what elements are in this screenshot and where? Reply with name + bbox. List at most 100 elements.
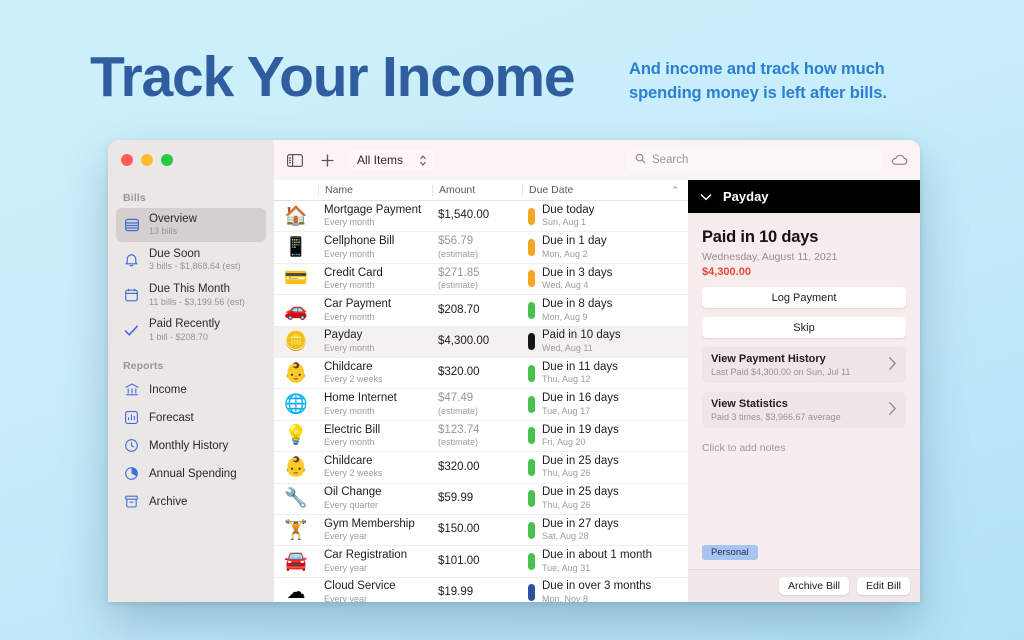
due-main: Due today [542,203,595,216]
minimize-button[interactable] [141,154,153,166]
subtitle-line-2: spending money is left after bills. [629,83,887,102]
bill-amount-cell: $101.00 [432,555,522,569]
detail-title: Payday [723,189,769,204]
due-text: Due in 25 days Thu, Aug 26 [542,486,619,511]
due-sub: Tue, Aug 17 [542,405,591,416]
status-badge[interactable]: Personal [702,545,758,560]
sidebar-item-forecast[interactable]: Forecast [116,404,266,431]
sidebar-item-annual-spending[interactable]: Annual Spending [116,460,266,487]
sidebar-item-due-this-month[interactable]: Due This Month 11 bills - $3,199.56 (est… [116,278,266,312]
tag-row: Personal [688,542,920,569]
column-header-name[interactable]: Name [318,184,432,196]
maximize-button[interactable] [161,154,173,166]
view-payment-history-card[interactable]: View Payment History Last Paid $4,300.00… [702,347,906,383]
bill-due-cell: Due in 1 day Mon, Aug 2 [522,235,682,260]
table-row[interactable]: 🔧 Oil Change Every quarter $59.99 Due in 25 … [274,484,688,515]
sidebar-item-label: Paid Recently [149,318,220,331]
table-row[interactable]: 👶 Childcare Every 2 weeks $320.00 Due in 25 … [274,452,688,484]
notes-field[interactable]: Click to add notes [702,442,906,454]
bill-due-cell: Due in 25 days Thu, Aug 26 [522,486,682,511]
due-sub: Fri, Aug 20 [542,437,586,448]
card-title: View Statistics [711,398,788,410]
sidebar-item-label: Due This Month [149,283,230,296]
due-status-pill [528,490,535,508]
page-title: Track Your Income [90,45,576,109]
bill-name-cell: Car Registration Every year [318,549,432,574]
bill-frequency: Every month [324,248,375,259]
bill-amount: $19.99 [438,586,474,599]
log-payment-button[interactable]: Log Payment [702,287,906,308]
bill-amount: $123.74 [438,423,480,436]
list-column-headers: Name Amount Due Date ⌃ [274,180,688,201]
sidebar-item-label: Due Soon [149,248,201,261]
table-row[interactable]: ☁ Cloud Service Every year $19.99 Due in ove… [274,578,688,602]
sidebar-item-monthly-history[interactable]: Monthly History [116,432,266,459]
due-main: Due in 25 days [542,454,619,467]
toolbar: All Items Search [274,140,920,180]
table-row[interactable]: 🚗 Car Payment Every month $208.70 Due in 8 d… [274,295,688,327]
search-icon [635,153,646,167]
card-text: View Payment History Last Paid $4,300.00… [711,353,883,377]
detail-amount: $4,300.00 [702,266,751,278]
bill-icon: 🌐 [284,394,308,416]
column-header-due-date[interactable]: Due Date ⌃ [522,184,682,196]
bill-name-cell: Mortgage Payment Every month [318,204,432,229]
filter-dropdown[interactable]: All Items [348,150,435,170]
search-input[interactable]: Search [627,149,882,171]
page-subtitle: And income and track how much spending m… [629,58,887,106]
edit-bill-button[interactable]: Edit Bill [856,577,910,595]
sidebar-icon[interactable] [284,149,306,171]
bill-name-cell: Childcare Every 2 weeks [318,455,432,480]
bill-amount-note: (estimate) [438,405,479,416]
chevron-down-icon[interactable] [700,189,712,204]
due-text: Due in 25 days Thu, Aug 26 [542,455,619,480]
close-button[interactable] [121,154,133,166]
sidebar-item-archive[interactable]: Archive [116,488,266,515]
table-row[interactable]: 📱 Cellphone Bill Every month $56.79 (estimat… [274,232,688,264]
calendar-icon [123,287,140,304]
due-main: Due in 1 day [542,235,607,248]
sidebar-item-label: Monthly History [149,439,229,452]
table-row[interactable]: 💡 Electric Bill Every month $123.74 (estimat… [274,421,688,453]
column-header-due-date-label: Due Date [529,184,574,196]
column-header-amount[interactable]: Amount [432,184,522,196]
table-row[interactable]: 🌐 Home Internet Every month $47.49 (estimate… [274,389,688,421]
sidebar-item-text: Due This Month 11 bills - $3,199.56 (est… [149,282,245,308]
table-row[interactable]: 🏠 Mortgage Payment Every month $1,540.00 Due… [274,201,688,233]
bill-name-cell: Cloud Service Every year [318,580,432,602]
table-row[interactable]: 🏋 Gym Membership Every year $150.00 Due in 2… [274,515,688,547]
due-sub: Tue, Aug 31 [542,562,591,573]
due-status-pill [528,396,535,414]
sidebar-item-text: Due Soon 3 bills - $1,868.64 (est) [149,247,241,273]
cloud-icon[interactable] [891,154,908,166]
bill-icon: ☁ [286,582,306,602]
bill-amount-cell: $150.00 [432,523,522,537]
bill-name: Electric Bill [324,423,381,436]
due-text: Due in 1 day Mon, Aug 2 [542,235,607,260]
table-row[interactable]: 👶 Childcare Every 2 weeks $320.00 Due in 11 … [274,358,688,390]
plus-icon[interactable] [316,149,338,171]
sidebar-item-due-soon[interactable]: Due Soon 3 bills - $1,868.64 (est) [116,243,266,277]
sidebar-item-income[interactable]: Income [116,376,266,403]
due-text: Paid in 10 days Wed, Aug 11 [542,329,621,354]
due-status-pill [528,270,535,288]
archive-bill-button[interactable]: Archive Bill [779,577,849,595]
search-placeholder: Search [652,154,689,166]
sidebar-item-sub: 11 bills - $3,199.56 (est) [149,296,245,307]
table-row[interactable]: 🚘 Car Registration Every year $101.00 Due in… [274,546,688,578]
bill-amount-cell: $1,540.00 [432,209,522,223]
skip-button[interactable]: Skip [702,317,906,338]
bell-icon [123,252,140,269]
bill-frequency: Every month [324,405,375,416]
sidebar-item-overview[interactable]: Overview 13 bills [116,208,266,243]
chevron-right-icon [883,356,897,375]
table-row[interactable]: 🪙 Payday Every month $4,300.00 Paid in 10 da… [274,326,688,358]
sidebar-item-paid-recently[interactable]: Paid Recently 1 bill - $208.70 [116,313,266,347]
bill-frequency: Every year [324,531,368,542]
bill-due-cell: Due in 11 days Thu, Aug 12 [522,361,682,386]
bill-amount-cell: $271.85 (estimate) [432,267,522,292]
due-status-pill [528,333,535,351]
bill-name: Home Internet [324,392,397,405]
view-statistics-card[interactable]: View Statistics Paid 3 times, $3,966.67 … [702,392,906,428]
table-row[interactable]: 💳 Credit Card Every month $271.85 (estimate)… [274,264,688,296]
